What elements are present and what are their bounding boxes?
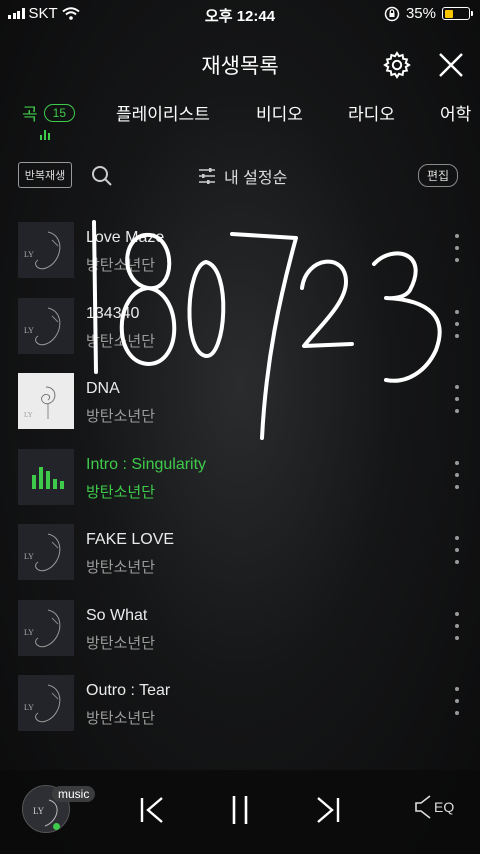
song-title: Intro : Singularity	[86, 455, 207, 473]
equalizer-button[interactable]: EQ	[414, 794, 454, 820]
status-bar: SKT 오후 12:44 35%	[0, 0, 480, 28]
tab-bar: 곡 15 플레이리스트 비디오 라디오 어학	[0, 96, 480, 146]
album-art: LY	[18, 599, 74, 656]
gear-icon[interactable]	[382, 50, 412, 80]
song-count-badge: 15	[43, 103, 75, 122]
svg-text:LY: LY	[24, 628, 34, 637]
song-artist: 방탄소년단	[86, 559, 156, 576]
speaker-icon	[415, 795, 431, 819]
song-row[interactable]: Intro : Singularity 방탄소년단	[0, 448, 480, 517]
battery-percent: 35%	[405, 5, 436, 22]
svg-text:LY: LY	[24, 411, 33, 419]
svg-text:LY: LY	[24, 552, 34, 561]
song-title: 134340	[86, 304, 140, 322]
song-title: FAKE LOVE	[86, 531, 175, 548]
header: 재생목록	[0, 44, 480, 84]
song-row[interactable]: LY Outro : Tear 방탄소년단	[0, 675, 480, 743]
song-artist: 방탄소년단	[86, 634, 156, 652]
album-art: LY	[18, 524, 74, 580]
sliders-icon	[199, 168, 215, 184]
playing-dot	[53, 823, 60, 830]
playing-bars-icon	[32, 466, 64, 489]
repeat-label: 반복재생	[24, 170, 66, 182]
song-title: Love Maze	[86, 229, 165, 246]
album-art: LY	[18, 222, 74, 278]
edit-button[interactable]: 편집	[418, 164, 459, 187]
song-row[interactable]: LY So What 방탄소년단	[0, 599, 480, 668]
next-track-icon[interactable]	[310, 792, 346, 828]
song-row[interactable]: LY FAKE LOVE 방탄소년단	[0, 524, 480, 592]
pause-icon[interactable]	[222, 792, 258, 828]
song-title: DNA	[86, 380, 120, 397]
more-options-icon[interactable]	[452, 536, 462, 564]
mini-player: LY music EQ	[0, 770, 480, 854]
svg-text:LY: LY	[24, 250, 34, 259]
song-artist: 방탄소년단	[86, 408, 156, 425]
sort-button[interactable]: 내 설정순	[198, 164, 287, 188]
more-options-icon[interactable]	[452, 611, 462, 640]
tab-label: 곡	[22, 105, 38, 124]
music-badge: music	[52, 786, 96, 802]
album-art: LY	[18, 297, 74, 354]
search-icon[interactable]	[90, 164, 114, 188]
tab-language[interactable]: 어학	[440, 100, 471, 125]
song-title: So What	[86, 606, 148, 624]
svg-text:LY: LY	[24, 326, 34, 335]
song-row[interactable]: LY DNA 방탄소년단	[0, 373, 480, 441]
more-options-icon[interactable]	[452, 460, 462, 489]
sort-label: 내 설정순	[224, 170, 288, 187]
battery-icon	[442, 7, 473, 20]
song-row[interactable]: LY 134340 방탄소년단	[0, 297, 480, 366]
previous-track-icon[interactable]	[134, 792, 170, 828]
song-row[interactable]: LY Love Maze 방탄소년단	[0, 222, 480, 290]
song-artist: 방탄소년단	[86, 710, 156, 727]
tab-playlists[interactable]: 플레이리스트	[116, 100, 210, 125]
more-options-icon[interactable]	[452, 234, 462, 262]
more-options-icon[interactable]	[452, 385, 462, 413]
album-art	[18, 448, 74, 505]
more-options-icon[interactable]	[452, 687, 462, 715]
svg-text:LY: LY	[24, 703, 34, 712]
svg-text:LY: LY	[33, 806, 45, 816]
more-options-icon[interactable]	[452, 309, 462, 338]
repeat-button[interactable]: 반복재생	[18, 162, 72, 188]
song-artist: 방탄소년단	[86, 332, 156, 350]
song-artist: 방탄소년단	[86, 483, 156, 501]
close-icon[interactable]	[436, 50, 466, 80]
song-artist: 방탄소년단	[86, 257, 156, 274]
album-art: LY	[18, 373, 74, 429]
eq-label: EQ	[434, 799, 455, 815]
song-title: Outro : Tear	[86, 682, 171, 699]
album-art: LY	[18, 675, 74, 731]
tab-video[interactable]: 비디오	[256, 100, 303, 125]
now-playing-indicator-icon	[40, 130, 50, 140]
rotation-lock-icon	[384, 6, 400, 21]
tab-radio[interactable]: 라디오	[348, 100, 395, 125]
list-toolbar: 반복재생 내 설정순 편집	[0, 158, 480, 194]
tab-songs[interactable]: 곡 15	[22, 100, 75, 125]
